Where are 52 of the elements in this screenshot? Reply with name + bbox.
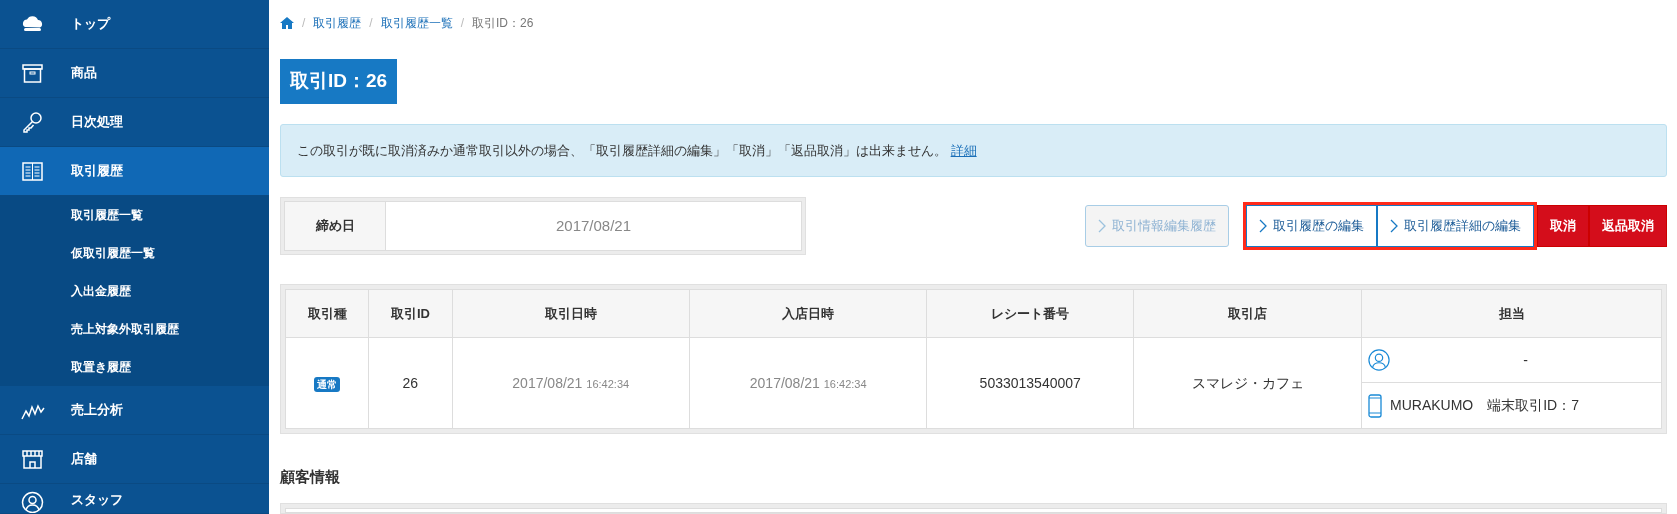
breadcrumb-separator: / — [302, 15, 306, 32]
column-header: 入店日時 — [689, 289, 927, 338]
sidebar-subitem[interactable]: 入出金履歴 — [0, 272, 269, 310]
date-text: 2017/08/21 — [749, 374, 820, 391]
time-text: 16:42:34 — [823, 377, 867, 390]
column-header: 取引ID — [368, 289, 452, 338]
closing-date-value: 2017/08/21 — [554, 215, 633, 236]
table-cell: 26 — [368, 337, 452, 429]
breadcrumb-link[interactable]: 取引履歴 — [313, 14, 362, 32]
column-header: 担当 — [1361, 289, 1662, 338]
edit-button[interactable]: 取引履歴の編集 — [1246, 205, 1377, 247]
phone-icon — [1368, 393, 1382, 418]
closing-date-label: 締め日 — [285, 202, 386, 250]
column-header: 取引種 — [285, 289, 369, 338]
cancel-button[interactable]: 返品取消 — [1589, 205, 1667, 247]
sidebar-item[interactable]: スタッフ — [0, 484, 269, 514]
column-header: レシート番号 — [926, 289, 1134, 338]
date-text: 2017/08/21 — [512, 374, 583, 391]
chevron-icon — [1390, 219, 1398, 233]
time-text: 16:42:34 — [586, 377, 630, 390]
column-header: 取引日時 — [452, 289, 690, 338]
details-link[interactable]: 詳細 — [950, 142, 977, 158]
column-header: 取引店 — [1133, 289, 1362, 338]
breadcrumb-link[interactable]: 取引履歴一覧 — [380, 14, 453, 32]
alert-message: この取引が既に取消済みか通常取引以外の場合、「取引履歴詳細の編集」「取消」「返品取消」は出来ません。 詳細 — [280, 123, 1667, 177]
sidebar-item[interactable]: トップ — [0, 0, 269, 49]
sidebar-item[interactable]: 店舗 — [0, 435, 269, 484]
type-badge: 通常 — [314, 376, 341, 392]
sidebar-item[interactable]: 売上分析 — [0, 386, 269, 435]
sidebar-item[interactable]: 取引履歴 — [0, 147, 269, 196]
chevron-icon — [1259, 219, 1267, 233]
sidebar-subitem[interactable]: 売上対象外取引履歴 — [0, 310, 269, 348]
person-icon — [1368, 349, 1390, 371]
breadcrumb-separator: / — [460, 15, 465, 32]
edit-button[interactable]: 取引履歴詳細の編集 — [1377, 205, 1534, 247]
sidebar-subitem[interactable]: 取置き履歴 — [0, 348, 269, 386]
breadcrumb-current: 取引ID：26 — [472, 15, 534, 32]
table-cell: スマレジ・カフェ — [1133, 337, 1362, 429]
sidebar-item[interactable]: 商品 — [0, 49, 269, 98]
sidebar-subitem[interactable]: 取引履歴一覧 — [0, 196, 269, 234]
section-heading: 顧客情報 — [280, 467, 341, 487]
person-icon — [20, 490, 45, 513]
terminal-text: MURAKUMO 端末取引ID：7 — [1390, 396, 1579, 415]
sidebar-subitem[interactable]: 仮取引履歴一覧 — [0, 234, 269, 272]
home-icon[interactable] — [280, 17, 294, 29]
chevron-icon — [1098, 219, 1106, 233]
table-cell: 5033013540007 — [926, 337, 1134, 429]
breadcrumb-separator: / — [369, 15, 373, 32]
key-icon — [20, 109, 45, 135]
page-title: 取引ID：26 — [280, 59, 398, 104]
staff-name: - — [1522, 350, 1529, 370]
cancel-button[interactable]: 取消 — [1537, 205, 1589, 247]
